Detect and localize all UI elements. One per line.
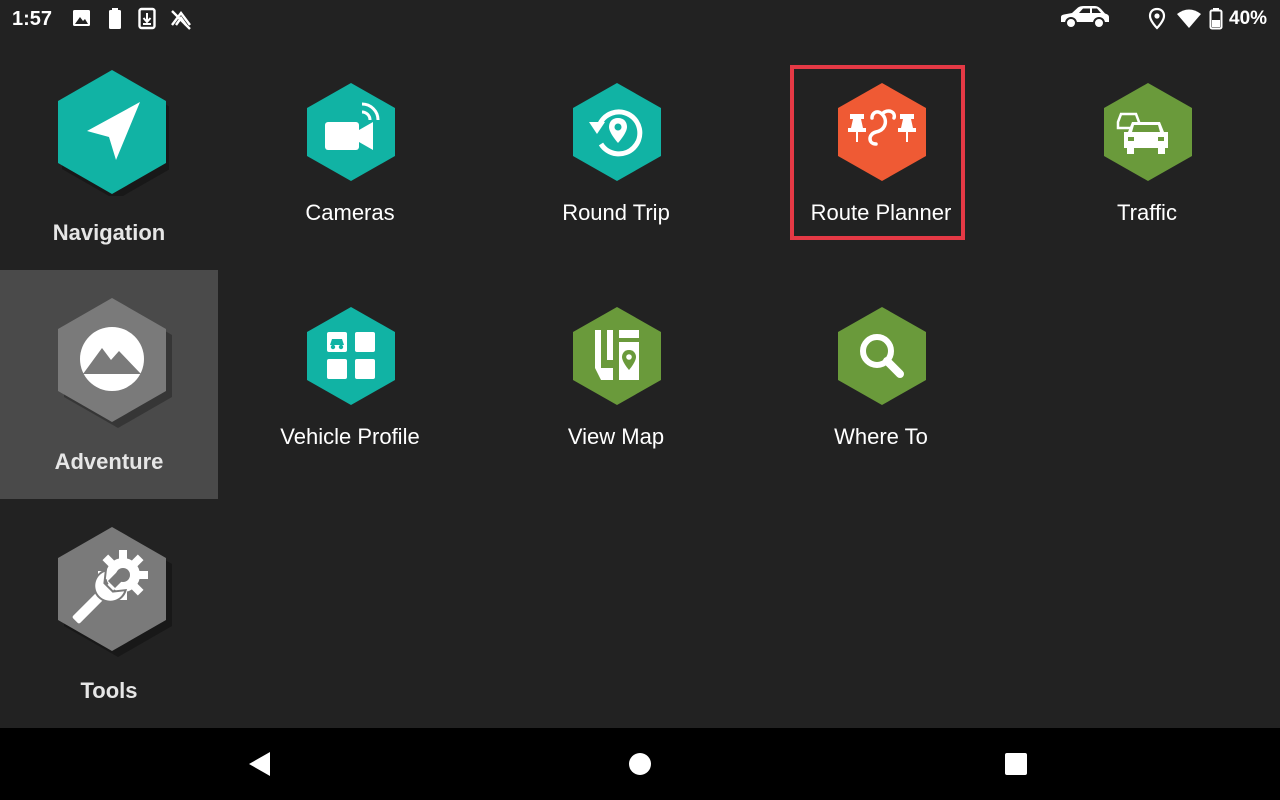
app-label: Vehicle Profile <box>280 424 420 449</box>
app-view-map[interactable]: View Map <box>486 306 746 476</box>
search-icon <box>838 307 926 405</box>
status-bar: 1:57 40% <box>0 0 1280 38</box>
route-planner-icon <box>838 83 926 181</box>
app-label: Route Planner <box>810 200 952 225</box>
location-icon <box>1148 7 1166 30</box>
image-icon <box>73 10 90 26</box>
app-label: View Map <box>567 424 665 449</box>
back-icon <box>249 752 270 776</box>
home-button[interactable] <box>600 728 680 800</box>
sidebar-item-navigation[interactable]: Navigation <box>0 38 218 267</box>
battery-icon <box>109 8 121 29</box>
status-time: 1:57 <box>12 8 53 30</box>
download-icon <box>138 7 156 30</box>
camera-icon <box>307 83 395 181</box>
sidebar: Navigation Adventure Tools <box>0 38 218 728</box>
recents-button[interactable] <box>976 728 1056 800</box>
back-button[interactable] <box>220 728 300 800</box>
wifi-icon <box>1177 9 1201 28</box>
home-icon <box>629 753 651 775</box>
app-vehicle-profile[interactable]: Vehicle Profile <box>220 306 480 476</box>
tools-wrench-gear-icon <box>58 527 172 657</box>
navigation-arrow-icon <box>58 70 169 196</box>
battery-percent: 40% <box>1229 8 1268 29</box>
sidebar-item-label: Tools <box>80 678 138 703</box>
app-traffic[interactable]: Traffic <box>1017 82 1277 252</box>
sidebar-item-label: Adventure <box>54 449 164 474</box>
recents-icon <box>1005 753 1027 775</box>
system-nav-bar <box>0 728 1280 800</box>
map-icon <box>573 307 661 405</box>
car-icon <box>1061 6 1109 29</box>
app-label: Cameras <box>305 200 395 225</box>
app-label: Round Trip <box>562 200 670 225</box>
app-route-planner[interactable]: Route Planner <box>751 82 1011 252</box>
app-where-to[interactable]: Where To <box>751 306 1011 476</box>
sidebar-item-adventure[interactable]: Adventure <box>0 270 218 499</box>
vehicle-profile-icon <box>307 307 395 405</box>
no-signal-icon <box>171 10 191 30</box>
round-trip-icon <box>573 83 661 181</box>
app-label: Where To <box>834 424 928 449</box>
adventure-mountain-icon <box>58 298 172 428</box>
battery-icon <box>1209 8 1223 30</box>
sidebar-item-label: Navigation <box>52 220 166 245</box>
app-cameras[interactable]: Cameras <box>220 82 480 252</box>
app-label: Traffic <box>1117 200 1177 225</box>
app-round-trip[interactable]: Round Trip <box>486 82 746 252</box>
sidebar-item-tools[interactable]: Tools <box>0 499 218 728</box>
traffic-icon <box>1104 83 1192 181</box>
